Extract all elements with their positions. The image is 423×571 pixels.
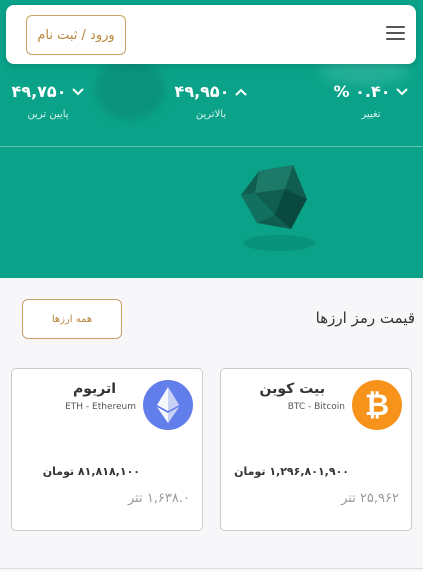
chevron-down-icon [72, 87, 85, 95]
coin-name: اتریوم [72, 381, 116, 397]
bitcoin-icon: ₿ [352, 380, 402, 430]
coin-symbol: BTC - Bitcoin [287, 402, 345, 412]
chevron-up-icon [235, 88, 248, 96]
coin-price-tether: ۱,۶۳۸.۰ تتر [127, 491, 190, 506]
stat-low: ۴۹,۷۵۰ پایین ترین [0, 82, 98, 120]
coin-price-toman: ۱,۲۹۶,۸۰۱,۹۰۰ تومان [234, 465, 349, 478]
coin-price-tether: ۲۵,۹۶۲ تتر [341, 491, 399, 506]
chevron-down-icon [396, 87, 409, 95]
coin-symbol: ETH - Ethereum [65, 402, 136, 412]
stat-high: ۴۹,۹۵۰ بالاترین [161, 82, 261, 120]
gem-illustration [241, 165, 315, 251]
stat-high-label: بالاترین [195, 109, 227, 120]
hero-divider [0, 146, 423, 147]
stat-low-label: پایین ترین [27, 109, 69, 120]
top-navbar: ورود / ثبت نام [6, 5, 416, 64]
svg-text:₿: ₿ [365, 388, 389, 423]
background-shape [95, 60, 165, 120]
stat-high-value: ۴۹,۹۵۰ [174, 82, 230, 101]
login-register-button[interactable]: ورود / ثبت نام [26, 15, 126, 55]
coin-card-bitcoin[interactable]: ₿ بیت کوین BTC - Bitcoin ۱,۲۹۶,۸۰۱,۹۰۰ ت… [220, 368, 412, 531]
stat-change-value: % ۰.۴۰ [333, 82, 391, 101]
coin-price-toman: ۸۱,۸۱۸,۱۰۰ تومان [42, 465, 140, 478]
all-currencies-button[interactable]: همه ارزها [22, 299, 122, 339]
section-title: قیمت رمز ارزها [315, 309, 415, 327]
ethereum-icon [143, 380, 193, 430]
coin-name: بیت کوین [259, 381, 325, 397]
stat-change-label: تغییر [361, 109, 381, 120]
coin-card-ethereum[interactable]: اتریوم ETH - Ethereum ۸۱,۸۱۸,۱۰۰ تومان ۱… [11, 368, 203, 531]
hamburger-menu-icon[interactable] [386, 26, 405, 42]
bottom-divider [0, 568, 423, 569]
stat-low-value: ۴۹,۷۵۰ [11, 82, 67, 101]
stat-change: % ۰.۴۰ تغییر [321, 82, 421, 120]
